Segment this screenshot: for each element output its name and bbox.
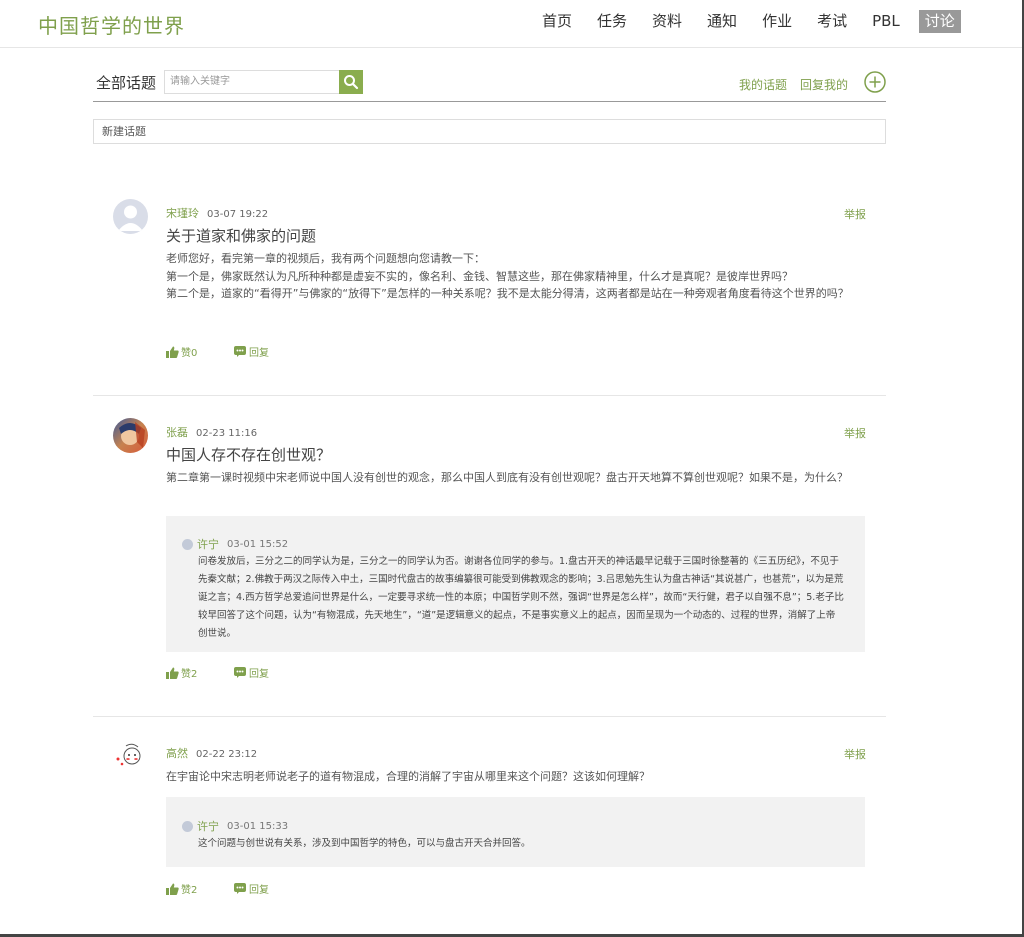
reply-button[interactable]: 回复 [234,665,269,680]
reply-button[interactable]: 回复 [234,881,269,896]
post-actions: 赞2 回复 [166,665,269,680]
post-actions: 赞0 回复 [166,344,269,359]
post-body-line: 第二个是，道家的“看得开”与佛家的“放得下”是怎样的一种关系呢？我不是太能分得清… [166,287,849,300]
main-nav: 首页 任务 资料 通知 作业 考试 PBL 讨论 [536,10,961,33]
post-actions: 赞2 回复 [166,881,269,896]
reply-button[interactable]: 回复 [234,344,269,359]
post-body-line: 第一个是，佛家既然认为凡所种种都是虚妄不实的，像名利、金钱、智慧这些，那在佛家精… [166,269,793,283]
nav-home[interactable]: 首页 [536,10,578,33]
post-body-line[interactable]: 在宇宙论中宋志明老师说老子的道有物混成，合理的消解了宇宙从哪里来这个问题？这该如… [166,768,861,786]
topic-post: 高然 02-22 23:12 举报 在宇宙论中宋志明老师说老子的道有物混成，合理的… [93,736,886,936]
all-topics-title[interactable]: 全部话题 [96,72,156,93]
like-count: 赞2 [181,885,198,896]
reply-box: 许宁 03-01 15:33 这个问题与创世说有关系，涉及到中国哲学的特色，可以… [166,797,865,867]
topic-post: 张磊 02-23 11:16 举报 中国人存不存在创世观？ 第二章第一课时视频中宋… [93,415,886,715]
comment-icon [234,346,246,357]
top-header: 中国哲学的世界 首页 任务 资料 通知 作业 考试 PBL 讨论 [0,0,1022,48]
thumbs-up-icon [166,346,179,358]
post-body-line: 第二章第一课时视频中宋老师说中国人没有创世的观念，那么中国人到底有没有创世观呢？… [166,471,848,484]
reply-author[interactable]: 许宁 [197,536,219,552]
reply-mine-link[interactable]: 回复我的 [800,76,848,93]
comment-icon [234,667,246,678]
user-avatar-image [119,422,145,448]
doodle-avatar-image [116,743,141,766]
reply-time: 03-01 15:33 [227,820,289,832]
nav-materials[interactable]: 资料 [646,10,688,33]
thumbs-up-icon [166,667,179,679]
divider [93,395,886,396]
avatar[interactable] [113,418,148,453]
report-link[interactable]: 举报 [844,206,866,222]
reply-author[interactable]: 许宁 [197,818,219,834]
new-topic-input[interactable]: 新建话题 [93,119,886,144]
like-button[interactable]: 赞0 [166,344,234,359]
topic-post: 宋瑾玲 03-07 19:22 举报 关于道家和佛家的问题 老师您好，看完第一章的… [93,196,886,396]
post-body: 在宇宙论中宋志明老师说老子的道有物混成，合理的消解了宇宙从哪里来这个问题？这该如… [166,768,861,786]
thumbs-up-icon [166,883,179,895]
reply-label: 回复 [249,669,269,680]
like-count: 赞2 [181,669,198,680]
post-title[interactable]: 中国人存不存在创世观？ [166,444,331,465]
author-line: 宋瑾玲 03-07 19:22 [166,205,268,221]
divider [93,716,886,717]
search-icon [344,75,359,90]
reply-avatar [182,538,193,550]
author-name[interactable]: 宋瑾玲 [166,207,199,220]
add-topic-button[interactable] [864,71,886,93]
post-time: 02-23 11:16 [196,428,258,439]
author-name[interactable]: 高然 [166,747,188,760]
my-topics-link[interactable]: 我的话题 [739,76,787,93]
nav-homework[interactable]: 作业 [756,10,798,33]
reply-box: 许宁 03-01 15:52 问卷发放后，三分之二的同学认为是，三分之一的同学认… [166,516,865,652]
default-avatar-icon [118,205,143,231]
post-time: 03-07 19:22 [207,209,269,220]
reply-header: 许宁 03-01 15:33 [182,818,288,834]
nav-exam[interactable]: 考试 [811,10,853,33]
plus-circle-icon [864,71,886,93]
reply-text: 问卷发放后，三分之二的同学认为是，三分之一的同学认为否。谢谢各位同学的参与。1.… [198,556,844,639]
search-input[interactable]: 请输入关键字 [164,70,340,94]
comment-icon [234,883,246,894]
topic-toolbar: 全部话题 请输入关键字 我的话题 回复我的 [93,68,886,102]
like-count: 赞0 [181,348,198,359]
post-body-line: 老师您好，看完第一章的视频后，我有两个问题想向您请教一下： [166,252,485,265]
nav-pbl[interactable]: PBL [866,10,906,33]
reply-text: 这个问题与创世说有关系，涉及到中国哲学的特色，可以与盘古开天合并回答。 [198,838,531,849]
author-name[interactable]: 张磊 [166,426,188,439]
nav-notices[interactable]: 通知 [701,10,743,33]
reply-header: 许宁 03-01 15:52 [182,536,288,552]
nav-tasks[interactable]: 任务 [591,10,633,33]
post-body: 第二章第一课时视频中宋老师说中国人没有创世的观念，那么中国人到底有没有创世观呢？… [166,469,861,487]
avatar[interactable] [113,739,148,774]
report-link[interactable]: 举报 [844,746,866,762]
reply-time: 03-01 15:52 [227,538,289,550]
like-button[interactable]: 赞2 [166,665,234,680]
post-body: 老师您好，看完第一章的视频后，我有两个问题想向您请教一下： 第一个是，佛家既然认… [166,250,861,303]
nav-discussion[interactable]: 讨论 [918,10,961,33]
reply-avatar [182,820,193,832]
avatar[interactable] [113,199,148,234]
reply-label: 回复 [249,885,269,896]
search-button[interactable] [339,70,363,94]
reply-label: 回复 [249,348,269,359]
author-line: 张磊 02-23 11:16 [166,424,257,440]
post-time: 02-22 23:12 [196,749,258,760]
report-link[interactable]: 举报 [844,425,866,441]
like-button[interactable]: 赞2 [166,881,234,896]
author-line: 高然 02-22 23:12 [166,745,257,761]
site-logo[interactable]: 中国哲学的世界 [38,10,185,39]
post-title[interactable]: 关于道家和佛家的问题 [166,225,316,246]
